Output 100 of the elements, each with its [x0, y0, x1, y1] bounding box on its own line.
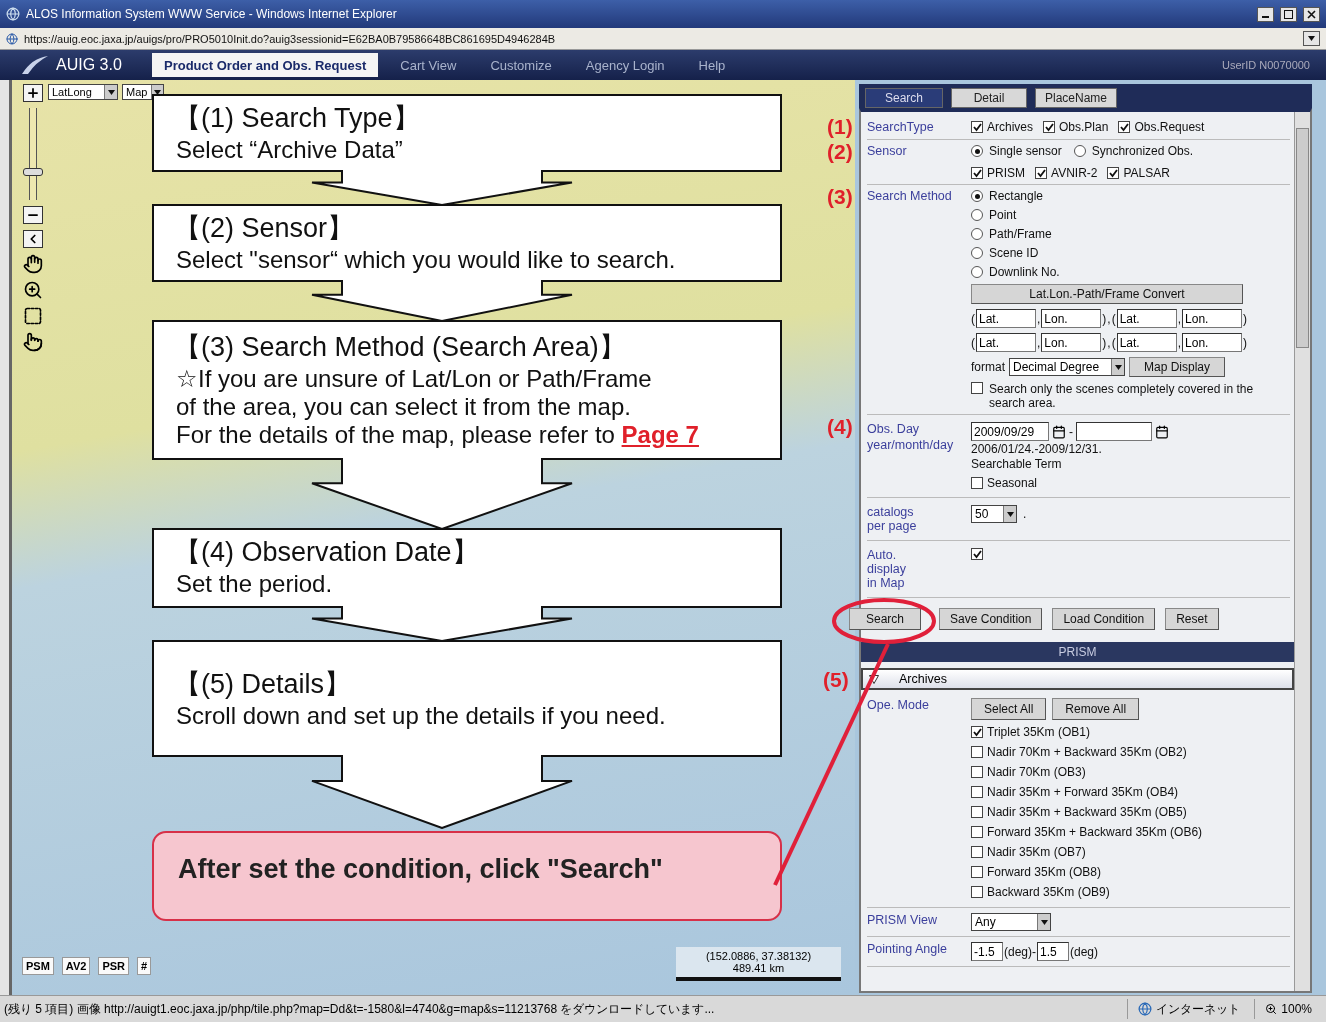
- callout-text: of the area, you can select it from the map.: [175, 393, 632, 421]
- panel-tab[interactable]: PlaceName: [1035, 88, 1117, 108]
- field-label: Pointing Angle: [867, 942, 948, 956]
- action-button[interactable]: Load Condition: [1052, 608, 1156, 630]
- scroll-thumb[interactable]: [1296, 128, 1309, 348]
- radio-button[interactable]: [971, 190, 983, 202]
- longitude-field[interactable]: Lon.: [1182, 333, 1243, 352]
- dropdown-caret-icon[interactable]: [104, 85, 117, 99]
- slider-thumb[interactable]: [23, 168, 43, 177]
- punctuation: ,: [1107, 311, 1111, 326]
- status-text: (残り 5 項目) 画像 http://auigt1.eoc.jaxa.jp/php/tile.php?map=Dd&t=-1580&l=4740&g=map&s=11213768 をダウンロードしています...: [4, 1000, 716, 1018]
- zoom-out-button[interactable]: [23, 206, 43, 224]
- radio-button[interactable]: [1073, 145, 1086, 157]
- longitude-field[interactable]: Lon.: [1041, 309, 1102, 328]
- checkbox[interactable]: [971, 548, 983, 560]
- nav-tab[interactable]: Cart View: [388, 53, 469, 77]
- page-size-dropdown[interactable]: 50: [971, 505, 1017, 523]
- max-angle-field[interactable]: 1.5: [1037, 942, 1069, 961]
- dropdown-caret-icon[interactable]: [1037, 914, 1050, 930]
- nav-tab[interactable]: Customize: [478, 53, 564, 77]
- maximize-icon: [1284, 9, 1293, 19]
- maximize-button[interactable]: [1280, 6, 1297, 22]
- close-button[interactable]: [1303, 6, 1320, 22]
- checkbox[interactable]: [1035, 167, 1047, 179]
- latitude-field[interactable]: Lat.: [1116, 333, 1177, 352]
- format-dropdown[interactable]: Decimal Degree: [1009, 358, 1125, 376]
- longitude-field[interactable]: Lon.: [1182, 309, 1243, 328]
- zoom-level[interactable]: 100%: [1281, 1002, 1312, 1016]
- radio-button[interactable]: [971, 228, 983, 240]
- minimize-button[interactable]: [1257, 6, 1274, 22]
- start-date-field[interactable]: 2009/09/29: [971, 422, 1049, 441]
- nav-tab[interactable]: Agency Login: [573, 53, 677, 77]
- page-link[interactable]: Page 7: [621, 421, 699, 448]
- address-dropdown-button[interactable]: [1303, 31, 1320, 46]
- layer-button[interactable]: #: [137, 957, 152, 975]
- action-button[interactable]: Save Condition: [939, 608, 1043, 630]
- select-box-icon[interactable]: [23, 306, 43, 326]
- checkbox[interactable]: [971, 726, 983, 738]
- layer-button[interactable]: AV2: [61, 957, 91, 975]
- checkbox[interactable]: [971, 746, 983, 758]
- action-button[interactable]: Reset: [1165, 608, 1219, 630]
- checkbox[interactable]: [971, 826, 983, 838]
- pan-hand-icon[interactable]: [23, 254, 43, 274]
- checkbox-label: Nadir 35Km (OB7): [987, 845, 1086, 859]
- checkbox[interactable]: [1118, 121, 1131, 133]
- layer-button[interactable]: PSM: [22, 957, 54, 975]
- zoom-icon[interactable]: [1265, 1003, 1278, 1015]
- longitude-field[interactable]: Lon.: [1041, 333, 1102, 352]
- radio-button[interactable]: [971, 209, 983, 221]
- map-display-button[interactable]: Map Display: [1129, 357, 1225, 377]
- checkbox[interactable]: [971, 886, 983, 898]
- zoom-in-button[interactable]: [23, 84, 43, 102]
- checkbox[interactable]: [971, 382, 983, 394]
- panel-tab[interactable]: Detail: [951, 88, 1027, 108]
- checkbox[interactable]: [971, 866, 983, 878]
- checkbox[interactable]: [1107, 167, 1120, 179]
- action-button[interactable]: Search: [849, 608, 922, 630]
- coordinates-text: (152.0886, 37.38132): [704, 950, 813, 962]
- nav-tab[interactable]: Product Order and Obs. Request: [152, 53, 379, 77]
- latitude-field[interactable]: Lat.: [976, 333, 1036, 352]
- layer-button[interactable]: PSR: [98, 957, 130, 975]
- selection-button[interactable]: Select All: [971, 698, 1047, 720]
- checkbox[interactable]: [971, 766, 983, 778]
- radio-button[interactable]: [971, 145, 983, 157]
- checkbox[interactable]: [971, 786, 983, 798]
- calendar-icon[interactable]: [1155, 424, 1169, 439]
- min-angle-field[interactable]: -1.5: [971, 942, 1003, 961]
- convert-button[interactable]: Lat.Lon.-Path/Frame Convert: [971, 284, 1243, 304]
- dropdown-caret-icon[interactable]: [1111, 359, 1124, 375]
- checkbox[interactable]: [971, 121, 983, 133]
- checkbox[interactable]: [971, 846, 983, 858]
- archives-expander[interactable]: Archives: [861, 668, 1294, 690]
- dropdown-caret-icon[interactable]: [1003, 506, 1016, 522]
- checkbox[interactable]: [971, 477, 983, 489]
- zoom-box-icon[interactable]: [23, 280, 43, 300]
- prism-view-dropdown[interactable]: Any: [971, 913, 1051, 931]
- nav-tab[interactable]: Help: [686, 53, 738, 77]
- radio-button[interactable]: [971, 247, 983, 259]
- checkbox-label: PALSAR: [1123, 166, 1170, 180]
- radio-button[interactable]: [971, 266, 983, 278]
- punctuation: ,: [1177, 335, 1182, 350]
- selection-button[interactable]: Remove All: [1052, 698, 1140, 720]
- pointer-hand-icon[interactable]: [23, 332, 43, 352]
- punctuation: (: [1111, 335, 1116, 350]
- back-button[interactable]: [23, 230, 43, 248]
- checkbox[interactable]: [971, 167, 983, 179]
- checkbox[interactable]: [971, 806, 983, 818]
- checkbox[interactable]: [1043, 121, 1055, 133]
- coordinate-dropdown[interactable]: LatLong: [48, 84, 118, 100]
- latitude-field[interactable]: Lat.: [1116, 309, 1177, 328]
- scrollbar[interactable]: [1294, 112, 1310, 991]
- panel-tab[interactable]: Search: [865, 88, 943, 108]
- close-icon: [1307, 9, 1316, 19]
- punctuation: .: [1023, 507, 1027, 521]
- step-marker: (5): [823, 668, 849, 692]
- field-sublabel: year/month/day: [867, 438, 954, 452]
- latitude-field[interactable]: Lat.: [976, 309, 1036, 328]
- callout-text: Scroll down and set up the details if you need.: [175, 701, 667, 730]
- calendar-icon[interactable]: [1052, 424, 1066, 439]
- end-date-field[interactable]: [1076, 422, 1152, 441]
